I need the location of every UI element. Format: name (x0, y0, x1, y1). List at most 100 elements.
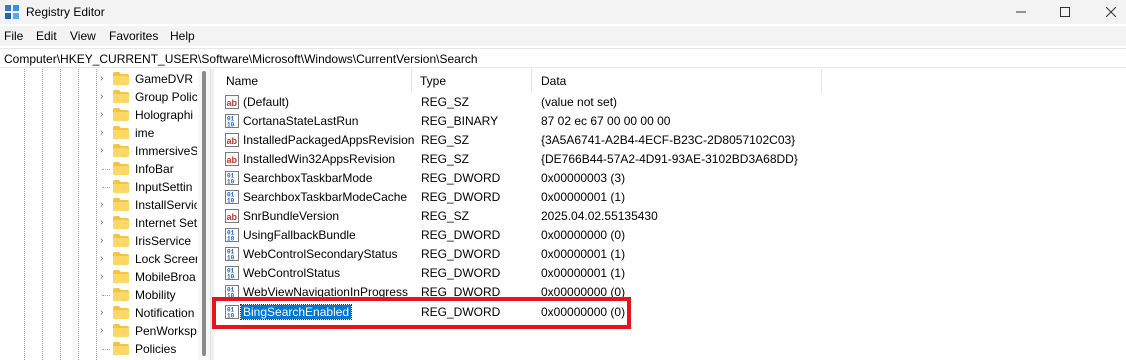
value-type-cell: REG_DWORD (421, 247, 501, 261)
chevron-right-icon[interactable]: › (100, 199, 110, 210)
value-name-cell: (Default) (243, 95, 290, 109)
value-row[interactable]: ab InstalledPackagedAppsRevision REG_SZ {3A… (214, 131, 914, 150)
tree-item-label: IrisService (135, 234, 192, 248)
address-path[interactable]: Computer\HKEY_CURRENT_USER\Software\Micr… (4, 52, 478, 66)
tree-item[interactable]: › Lock Screen (100, 250, 197, 268)
menu-view[interactable]: View (70, 29, 96, 43)
tree-item[interactable]: › Group Polic (100, 88, 197, 106)
tree-item-label: InfoBar (135, 162, 174, 176)
column-header-type[interactable]: Type (412, 69, 532, 93)
tree-connector (102, 187, 110, 188)
tree-item-label: Internet Set (135, 216, 197, 230)
value-row[interactable]: 01 10 WebControlStatus REG_DWORD 0x00000001 … (214, 264, 914, 283)
chevron-right-icon[interactable]: › (100, 127, 110, 138)
value-row[interactable]: 01 10 SearchboxTaskbarMode REG_DWORD 0x00000… (214, 169, 914, 188)
tree-item-label: InstallServic (135, 198, 197, 212)
chevron-right-icon[interactable]: › (100, 217, 110, 228)
tree-item[interactable]: › Notification (100, 304, 197, 322)
tree-item[interactable]: › InstallServic (100, 196, 197, 214)
menu-help[interactable]: Help (170, 29, 195, 43)
value-type-cell: REG_BINARY (421, 114, 499, 128)
tree-item[interactable]: › Holographi (100, 106, 197, 124)
value-row[interactable]: ab (Default) REG_SZ (value not set) (214, 93, 914, 112)
chevron-right-icon[interactable]: › (100, 253, 110, 264)
binary-value-icon: 0110 (225, 228, 239, 242)
title-bar: Registry Editor (0, 0, 1126, 24)
maximize-icon (1060, 7, 1070, 17)
value-row[interactable]: 01 10 WebControlSecondaryStatus REG_DWORD 0x… (214, 245, 914, 264)
tree-scrollbar[interactable] (198, 69, 210, 360)
tree-item[interactable]: › Internet Set (100, 214, 197, 232)
value-row[interactable]: ab SnrBundleVersion REG_SZ 2025.04.02.55135… (214, 207, 914, 226)
value-type-cell: REG_SZ (421, 152, 470, 166)
tree-item-label: Group Polic (135, 90, 197, 104)
svg-text:10: 10 (227, 122, 235, 129)
close-button[interactable] (1088, 0, 1126, 24)
tree-connector (102, 349, 110, 350)
value-data-cell: {DE766B44-57A2-4D91-93AE-3102BD3A68DD} (541, 152, 798, 166)
folder-icon (113, 72, 129, 85)
value-type-cell: REG_DWORD (421, 190, 501, 204)
menu-bar: File Edit View Favorites Help (0, 26, 1126, 46)
tree-item-label: Lock Screen (135, 252, 197, 266)
column-header-name[interactable]: Name (214, 69, 412, 93)
chevron-right-icon[interactable]: › (100, 271, 110, 282)
address-bar[interactable]: Computer\HKEY_CURRENT_USER\Software\Micr… (0, 48, 1126, 68)
tree-item[interactable]: › MobileBroa (100, 268, 197, 286)
chevron-right-icon[interactable]: › (100, 307, 110, 318)
tree-item-label: ImmersiveS (135, 144, 197, 158)
folder-icon (113, 306, 129, 319)
menu-favorites[interactable]: Favorites (109, 29, 158, 43)
string-value-icon: ab (225, 209, 239, 223)
folder-icon (113, 270, 129, 283)
value-row[interactable]: 01 10 CortanaStateLastRun REG_BINARY 87 02 e… (214, 112, 914, 131)
value-data-cell: {3A5A6741-A2B4-4ECF-B23C-2D8057102C03} (541, 133, 796, 147)
value-row[interactable]: 01 10 SearchboxTaskbarModeCache REG_DWORD 0x… (214, 188, 914, 207)
binary-value-icon: 0110 (225, 190, 239, 204)
tree-guide-line (60, 69, 61, 360)
value-row[interactable]: 01 10 UsingFallbackBundle REG_DWORD 0x000000… (214, 226, 914, 245)
string-value-icon: ab (225, 95, 239, 109)
value-name-cell: UsingFallbackBundle (243, 228, 356, 242)
key-tree[interactable]: › GameDVR › Group Polic › Holographi › ime › Imme… (0, 69, 197, 360)
tree-item[interactable]: › GameDVR (100, 70, 197, 88)
value-type-cell: REG_DWORD (421, 171, 501, 185)
folder-icon (113, 108, 129, 121)
chevron-right-icon[interactable]: › (100, 91, 110, 102)
svg-text:10: 10 (227, 255, 235, 262)
column-header-data[interactable]: Data (532, 69, 822, 93)
tree-guide-line (78, 69, 79, 360)
tree-item[interactable]: › ImmersiveS (100, 142, 197, 160)
value-name-cell: SearchboxTaskbarMode (243, 171, 373, 185)
tree-connector (102, 169, 110, 170)
chevron-right-icon[interactable]: › (100, 145, 110, 156)
svg-text:ab: ab (227, 136, 238, 146)
menu-edit[interactable]: Edit (36, 29, 57, 43)
chevron-right-icon[interactable]: › (100, 73, 110, 84)
tree-item[interactable]: › IrisService (100, 232, 197, 250)
tree-item[interactable]: › ime (100, 124, 197, 142)
tree-item[interactable]: Policies (100, 340, 197, 358)
value-type-cell: REG_SZ (421, 95, 470, 109)
value-type-cell: REG_DWORD (421, 266, 501, 280)
tree-item[interactable]: InfoBar (100, 160, 197, 178)
value-row[interactable]: ab InstalledWin32AppsRevision REG_SZ {DE766… (214, 150, 914, 169)
value-name-cell: InstalledPackagedAppsRevision (243, 133, 415, 147)
chevron-right-icon[interactable]: › (100, 235, 110, 246)
chevron-right-icon[interactable]: › (100, 109, 110, 120)
minimize-button[interactable] (998, 0, 1044, 24)
tree-scrollbar-thumb[interactable] (202, 71, 206, 356)
binary-value-icon: 0110 (225, 171, 239, 185)
tree-item[interactable]: › PenWorksp (100, 322, 197, 340)
tree-item[interactable]: Mobility (100, 286, 197, 304)
menu-file[interactable]: File (4, 29, 23, 43)
folder-icon (113, 342, 129, 355)
chevron-right-icon[interactable]: › (100, 325, 110, 336)
tree-item-label: Mobility (135, 288, 176, 302)
tree-item[interactable]: InputSettin (100, 178, 197, 196)
value-data-cell: (value not set) (541, 95, 618, 109)
folder-icon (113, 288, 129, 301)
value-name-cell: CortanaStateLastRun (243, 114, 359, 128)
maximize-button[interactable] (1042, 0, 1088, 24)
tree-item-label: GameDVR (135, 72, 194, 86)
